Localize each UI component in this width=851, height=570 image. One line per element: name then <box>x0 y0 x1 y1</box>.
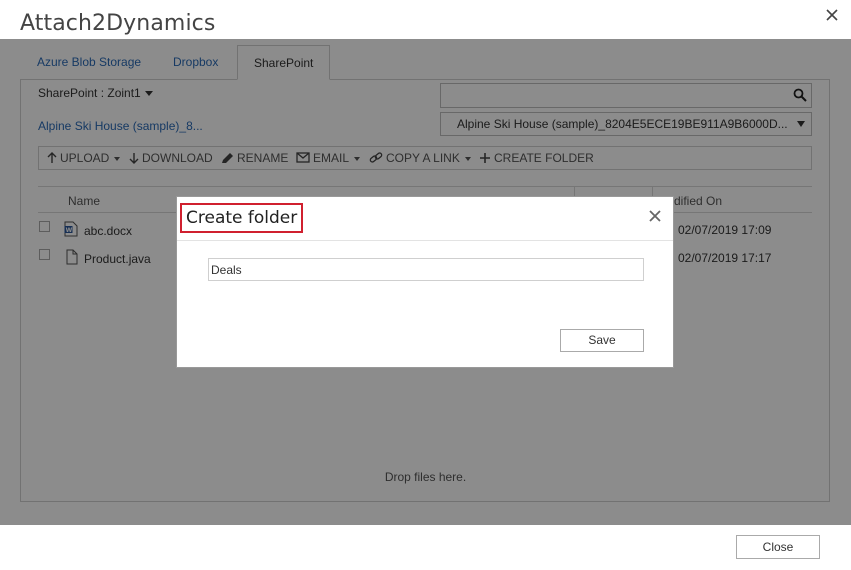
save-button[interactable]: Save <box>560 329 644 352</box>
close-icon[interactable] <box>649 209 665 225</box>
create-folder-dialog: Create folder Save <box>176 196 674 368</box>
window-close-icon[interactable] <box>823 8 841 26</box>
dialog-title-highlight: Create folder <box>180 203 304 233</box>
dialog-header-divider <box>177 240 673 241</box>
window-footer <box>0 525 851 570</box>
window-title: Attach2Dynamics <box>20 11 216 36</box>
dialog-title: Create folder <box>186 208 298 228</box>
attach2dynamics-window: Attach2Dynamics Azure Blob Storage Dropb… <box>0 0 851 570</box>
close-button[interactable]: Close <box>736 535 820 559</box>
folder-name-input[interactable] <box>208 258 644 281</box>
